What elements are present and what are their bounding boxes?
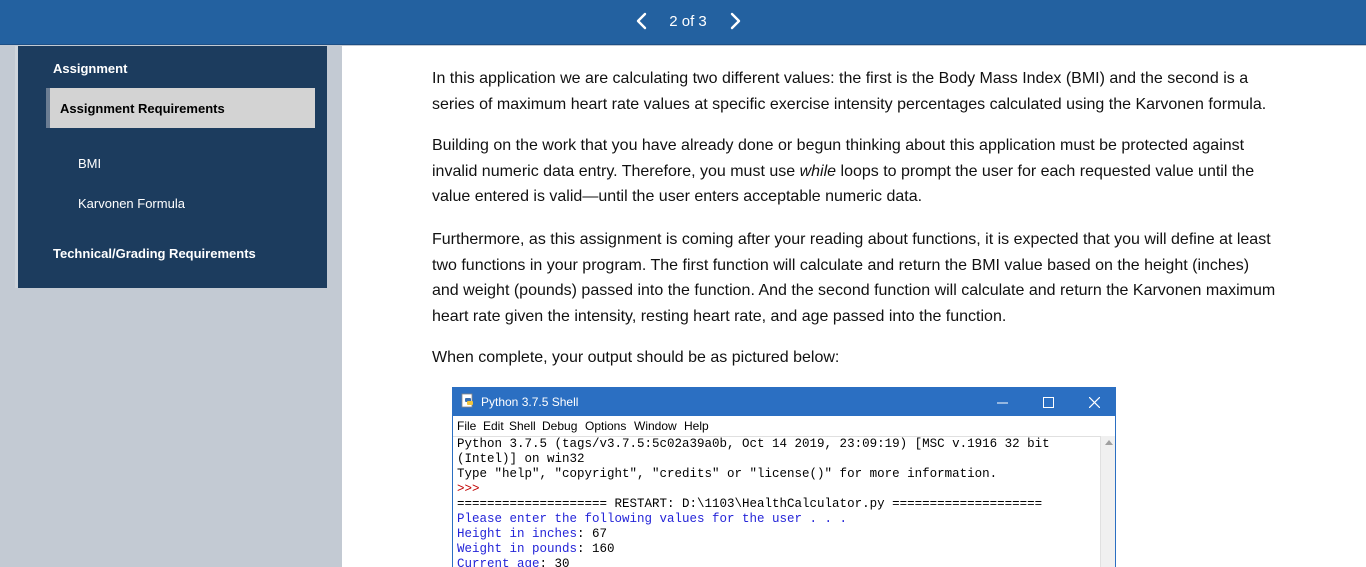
next-page-button[interactable] — [724, 9, 746, 33]
main-content: In this application we are calculating t… — [342, 46, 1366, 567]
console-line: Please enter the following values for th… — [457, 512, 848, 526]
shell-scrollbar[interactable] — [1100, 436, 1115, 567]
menu-debug[interactable]: Debug — [542, 419, 577, 433]
toc-item-assignment-requirements[interactable]: Assignment Requirements — [46, 88, 315, 128]
console-label: Height in inches — [457, 527, 578, 541]
console-label: Weight in pounds — [457, 542, 578, 556]
console-label: Current age — [457, 557, 540, 567]
toc-item-assignment[interactable]: Assignment — [53, 61, 127, 76]
console-line: Height in inches: 67 — [457, 527, 1100, 542]
while-keyword: while — [799, 162, 837, 180]
scroll-up-arrow-icon[interactable] — [1105, 440, 1113, 445]
shell-console-output: Python 3.7.5 (tags/v3.7.5:5c02a39a0b, Oc… — [453, 436, 1100, 567]
shell-menu-bar: File Edit Shell Debug Options Window Hel… — [453, 416, 1115, 436]
top-nav-bar: 2 of 3 — [0, 0, 1366, 45]
previous-page-button[interactable] — [631, 9, 653, 33]
menu-help[interactable]: Help — [684, 419, 709, 433]
toc-item-bmi[interactable]: BMI — [78, 156, 101, 171]
console-value: : 30 — [539, 557, 570, 567]
console-line: Type "help", "copyright", "credits" or "… — [457, 467, 998, 481]
console-line: ==================== RESTART: D:\1103\He… — [457, 497, 1043, 511]
page-indicator: 2 of 3 — [669, 13, 707, 30]
console-value: : 67 — [577, 527, 608, 541]
maximize-button[interactable] — [1025, 388, 1071, 416]
maximize-icon — [1043, 397, 1054, 408]
chevron-left-icon — [636, 12, 647, 30]
close-button[interactable] — [1071, 388, 1115, 416]
table-of-contents: Assignment Assignment Requirements BMI K… — [15, 46, 327, 288]
console-line: Python 3.7.5 (tags/v3.7.5:5c02a39a0b, Oc… — [457, 437, 1050, 451]
shell-title: Python 3.7.5 Shell — [481, 395, 579, 409]
console-line: (Intel)] on win32 — [457, 452, 585, 466]
toc-item-karvonen-formula[interactable]: Karvonen Formula — [78, 196, 185, 211]
toc-item-technical-grading-requirements[interactable]: Technical/Grading Requirements — [53, 246, 256, 261]
python-icon — [461, 393, 473, 408]
console-line: Current age: 30 — [457, 557, 1100, 567]
console-prompt: >>> — [457, 482, 480, 496]
menu-window[interactable]: Window — [634, 419, 677, 433]
paragraph-output-note: When complete, your output should be as … — [432, 349, 840, 366]
chevron-right-icon — [730, 12, 741, 30]
minimize-icon — [997, 402, 1008, 404]
minimize-button[interactable] — [979, 388, 1025, 416]
shell-title-bar: Python 3.7.5 Shell — [453, 388, 1115, 416]
menu-shell[interactable]: Shell — [509, 419, 536, 433]
menu-file[interactable]: File — [457, 419, 476, 433]
paragraph-functions: Furthermore, as this assignment is comin… — [432, 231, 1276, 325]
paragraph-intro: In this application we are calculating t… — [432, 70, 1267, 113]
console-value: : 160 — [577, 542, 615, 556]
menu-options[interactable]: Options — [585, 419, 626, 433]
python-shell-screenshot: Python 3.7.5 Shell File Edit Shell Debug… — [452, 387, 1116, 567]
close-icon — [1089, 397, 1100, 408]
paragraph-validation: Building on the work that you have alrea… — [432, 133, 1262, 210]
menu-edit[interactable]: Edit — [483, 419, 504, 433]
console-line: Weight in pounds: 160 — [457, 542, 1100, 557]
